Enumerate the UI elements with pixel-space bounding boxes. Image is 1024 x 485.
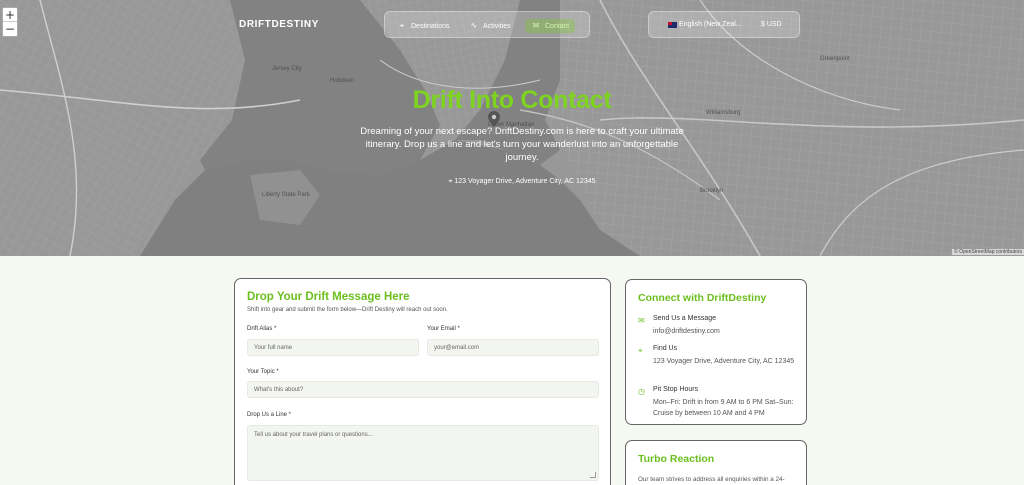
contact-email-label: Send Us a Message — [653, 315, 717, 322]
email-input[interactable]: your@email.com — [427, 339, 599, 356]
nav-item-label: Contact — [545, 23, 570, 30]
turbo-reaction-card: Turbo Reaction Our team strives to addre… — [625, 440, 807, 485]
form-description: Shift into gear and submit the form belo… — [247, 307, 448, 313]
contact-address-label: Find Us — [653, 345, 678, 352]
connect-title: Connect with DriftDestiny — [638, 292, 767, 304]
locale-selector[interactable]: English (New Zeal... $ USD — [648, 11, 800, 38]
zoom-in-button[interactable]: + — [3, 8, 17, 22]
turbo-title: Turbo Reaction — [638, 453, 715, 465]
connect-card: Connect with DriftDestiny ✉ Send Us a Me… — [625, 279, 807, 425]
nz-flag-icon — [668, 22, 677, 28]
form-title: Drop Your Drift Message Here — [247, 291, 410, 303]
message-placeholder: Tell us about your travel plans or quest… — [254, 432, 373, 438]
mail-icon: ✉ — [532, 21, 540, 30]
topic-label: Your Topic * — [247, 369, 279, 375]
contact-form-card: Drop Your Drift Message Here Shift into … — [234, 278, 611, 485]
nav-item-label: Activities — [483, 23, 511, 30]
language-selector[interactable]: English (New Zeal... — [679, 18, 742, 32]
contact-email-value[interactable]: info@driftdestiny.com — [653, 326, 803, 337]
zoom-out-button[interactable]: − — [3, 22, 17, 36]
topic-input[interactable]: What's this about? — [247, 381, 599, 398]
alias-input[interactable]: Your full name — [247, 339, 419, 356]
hero-title: Drift Into Contact — [412, 86, 612, 114]
mail-icon: ✉ — [638, 316, 645, 325]
map-zoom-control[interactable]: + − — [2, 7, 18, 37]
hero-address: ⌖ 123 Voyager Drive, Adventure City, AC … — [430, 178, 614, 186]
alias-label: Drift Alias * — [247, 326, 277, 332]
resize-handle[interactable] — [590, 472, 596, 478]
map-pin-icon[interactable] — [488, 111, 500, 127]
turbo-description: Our team strives to address all enquirie… — [638, 476, 785, 483]
map-hero[interactable]: Jersey City Liberty State Park Williamsbur… — [0, 0, 1024, 256]
contact-hours-label: Pit Stop Hours — [653, 386, 699, 393]
nav-item-activities[interactable]: ∿ Activities — [469, 19, 511, 33]
contact-address-value: 123 Voyager Drive, Adventure City, AC 12… — [653, 358, 795, 365]
clock-icon: ◷ — [638, 387, 645, 396]
currency-selector[interactable]: $ USD — [761, 18, 782, 32]
main-nav: ⌖ Destinations ∿ Activities ✉ Contact — [384, 11, 590, 38]
location-pin-icon: ⌖ — [399, 21, 405, 30]
activity-icon: ∿ — [470, 21, 478, 30]
hero-subtitle: Dreaming of your next escape? DriftDesti… — [360, 126, 684, 163]
location-pin-icon: ⌖ — [638, 346, 643, 355]
brand-logo[interactable]: DRIFTDESTINY — [239, 19, 319, 30]
message-textarea[interactable]: Tell us about your travel plans or quest… — [247, 425, 599, 481]
contact-hours-value: Mon–Fri: Drift in from 9 AM to 6 PM Sat–… — [653, 399, 794, 417]
nav-item-label: Destinations — [411, 23, 450, 30]
map-attribution[interactable]: © OpenStreetMap contributors — [952, 249, 1024, 255]
message-label: Drop Us a Line * — [247, 412, 292, 418]
hero-address-text: 123 Voyager Drive, Adventure City, AC 12… — [454, 178, 596, 185]
email-label: Your Email * — [427, 326, 460, 332]
nav-item-contact[interactable]: ✉ Contact — [525, 19, 576, 33]
nav-item-destinations[interactable]: ⌖ Destinations — [397, 19, 450, 33]
